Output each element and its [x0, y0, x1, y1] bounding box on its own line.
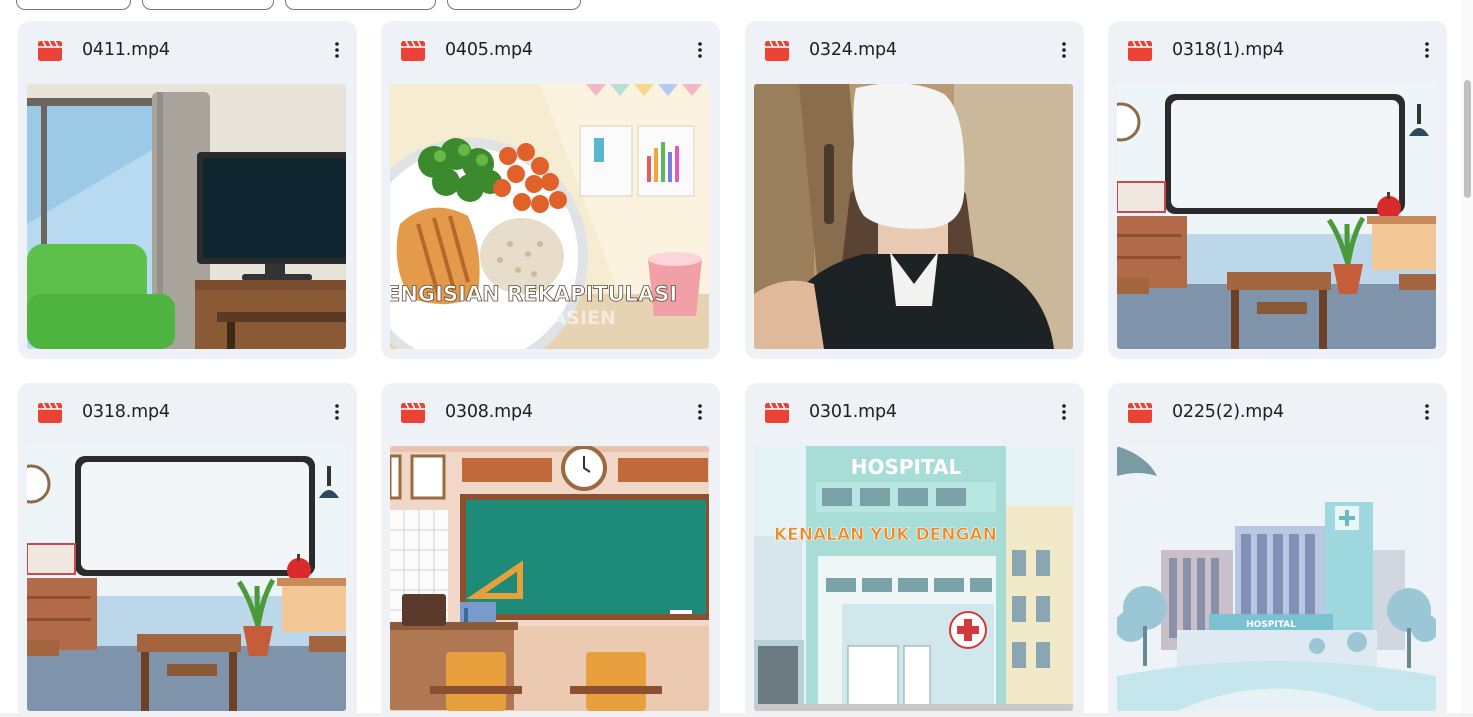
video-thumbnail[interactable]	[390, 446, 709, 711]
video-thumbnail[interactable]	[27, 446, 346, 711]
classroom-whiteboard-illustration	[1117, 84, 1436, 349]
video-thumbnail[interactable]: HOSPITAL	[1117, 446, 1436, 711]
file-card-header: 0411.mp4	[18, 21, 357, 81]
more-vert-icon	[1062, 404, 1066, 420]
filter-chip-source[interactable]	[447, 0, 581, 10]
video-file-icon	[38, 41, 62, 61]
video-file-icon	[38, 403, 62, 423]
more-vert-icon	[698, 404, 702, 420]
file-card-header: 0308.mp4	[381, 383, 720, 443]
video-thumbnail[interactable]	[1117, 84, 1436, 349]
file-name[interactable]: 0225(2).mp4	[1172, 402, 1284, 422]
file-card[interactable]: 0405.mp4 ENGISIAN REKAPITULASI AN MAKANA…	[381, 21, 720, 359]
classroom-whiteboard-illustration	[27, 446, 346, 711]
file-card-header: 0225(2).mp4	[1108, 383, 1447, 443]
filter-chip-people[interactable]	[142, 0, 274, 10]
file-name[interactable]: 0318(1).mp4	[1172, 40, 1284, 60]
selfie-photo	[754, 84, 1073, 349]
more-options-button[interactable]	[686, 36, 714, 64]
more-options-button[interactable]	[1413, 398, 1441, 426]
living-room-illustration	[27, 84, 346, 349]
hospital-skyline-illustration: HOSPITAL	[1117, 446, 1436, 711]
file-name[interactable]: 0308.mp4	[445, 402, 533, 422]
filter-chip-modified[interactable]	[285, 0, 436, 10]
thumbnail-banner-text: KENALAN YUK DENGAN	[774, 525, 997, 545]
file-name[interactable]: 0318.mp4	[82, 402, 170, 422]
more-vert-icon	[1062, 42, 1066, 58]
filter-chip-type[interactable]	[16, 0, 131, 10]
video-file-icon	[1128, 41, 1152, 61]
file-card[interactable]: 0225(2).mp4 HOSPITAL	[1108, 383, 1447, 717]
vertical-scrollbar[interactable]	[1461, 0, 1473, 717]
meal-plate-illustration: ENGISIAN REKAPITULASI AN MAKANAN PASIEN	[390, 84, 709, 349]
file-card-header: 0324.mp4	[745, 21, 1084, 81]
scrollbar-thumb[interactable]	[1464, 80, 1471, 198]
file-card[interactable]: 0324.mp4	[745, 21, 1084, 359]
file-card[interactable]: 0411.mp4	[18, 21, 357, 359]
more-vert-icon	[335, 404, 339, 420]
hospital-sign-text: HOSPITAL	[1246, 620, 1296, 630]
file-name[interactable]: 0324.mp4	[809, 40, 897, 60]
file-grid-page: 0411.mp4 0405.mp4 ENGISIAN REKAPITULASI …	[0, 0, 1473, 717]
file-card-header: 0318(1).mp4	[1108, 21, 1447, 81]
thumbnail-caption-line2: AN MAKANAN PASIEN	[390, 307, 616, 329]
more-options-button[interactable]	[323, 36, 351, 64]
video-thumbnail[interactable]	[754, 84, 1073, 349]
more-options-button[interactable]	[1050, 36, 1078, 64]
more-options-button[interactable]	[1413, 36, 1441, 64]
bottom-edge	[0, 713, 1473, 717]
more-vert-icon	[1425, 404, 1429, 420]
video-file-icon	[765, 41, 789, 61]
thumbnail-caption-line1: ENGISIAN REKAPITULASI	[390, 282, 677, 306]
file-card[interactable]: 0301.mp4 HOSPITAL KENALAN YUK DENGAN	[745, 383, 1084, 717]
more-options-button[interactable]	[1050, 398, 1078, 426]
classroom-chalkboard-illustration	[390, 446, 709, 711]
more-vert-icon	[1425, 42, 1429, 58]
hospital-sign-text: HOSPITAL	[851, 455, 962, 479]
file-name[interactable]: 0411.mp4	[82, 40, 170, 60]
file-name[interactable]: 0301.mp4	[809, 402, 897, 422]
file-card-header: 0318.mp4	[18, 383, 357, 443]
video-file-icon	[1128, 403, 1152, 423]
file-name[interactable]: 0405.mp4	[445, 40, 533, 60]
video-thumbnail[interactable]	[27, 84, 346, 349]
file-card[interactable]: 0318(1).mp4	[1108, 21, 1447, 359]
more-options-button[interactable]	[323, 398, 351, 426]
file-card-header: 0301.mp4	[745, 383, 1084, 443]
video-file-icon	[401, 403, 425, 423]
file-card-header: 0405.mp4	[381, 21, 720, 81]
more-options-button[interactable]	[686, 398, 714, 426]
video-thumbnail[interactable]: ENGISIAN REKAPITULASI AN MAKANAN PASIEN	[390, 84, 709, 349]
video-file-icon	[401, 41, 425, 61]
hospital-front-illustration: HOSPITAL KENALAN YUK DENGAN	[754, 446, 1073, 711]
more-vert-icon	[698, 42, 702, 58]
video-file-icon	[765, 403, 789, 423]
file-card[interactable]: 0308.mp4	[381, 383, 720, 717]
more-vert-icon	[335, 42, 339, 58]
file-card[interactable]: 0318.mp4	[18, 383, 357, 717]
video-thumbnail[interactable]: HOSPITAL KENALAN YUK DENGAN	[754, 446, 1073, 711]
